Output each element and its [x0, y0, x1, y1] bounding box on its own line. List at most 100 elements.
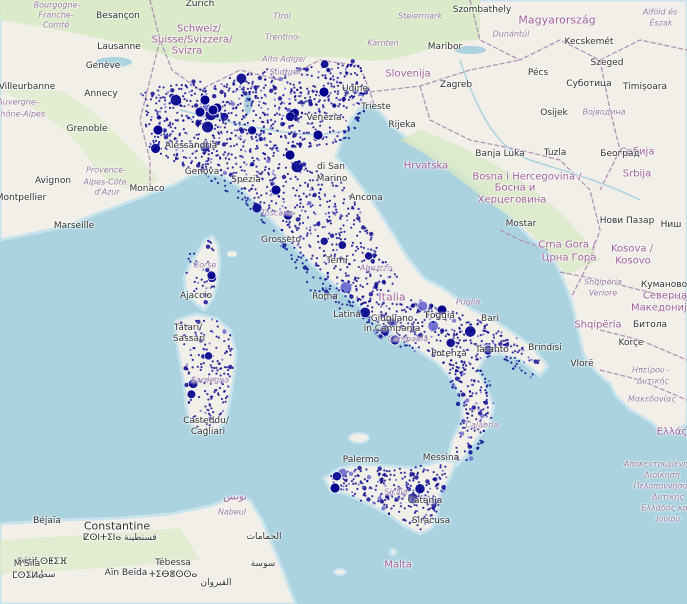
location-marker[interactable]: [247, 73, 250, 76]
location-marker[interactable]: [235, 114, 238, 117]
location-marker[interactable]: [457, 341, 460, 344]
location-marker[interactable]: [473, 426, 476, 429]
location-marker[interactable]: [235, 162, 238, 165]
location-marker[interactable]: [465, 458, 468, 462]
location-marker[interactable]: [368, 292, 374, 297]
location-marker[interactable]: [407, 483, 410, 486]
location-marker[interactable]: [393, 484, 396, 487]
location-marker[interactable]: [272, 123, 275, 126]
location-marker[interactable]: [335, 208, 338, 211]
location-marker[interactable]: [427, 341, 431, 344]
location-marker[interactable]: [278, 106, 281, 109]
location-marker[interactable]: [344, 90, 349, 95]
location-marker[interactable]: [263, 139, 266, 142]
location-marker[interactable]: [302, 237, 305, 240]
location-marker[interactable]: [226, 162, 229, 165]
location-marker[interactable]: [497, 350, 500, 353]
location-marker[interactable]: [353, 219, 356, 222]
location-marker[interactable]: [480, 386, 483, 389]
location-marker[interactable]: [201, 89, 205, 92]
location-marker[interactable]: [509, 356, 512, 359]
location-marker[interactable]: [235, 107, 238, 110]
location-marker[interactable]: [433, 509, 436, 512]
location-marker[interactable]: [245, 173, 248, 176]
location-marker[interactable]: [292, 163, 295, 167]
location-marker[interactable]: [235, 72, 247, 84]
location-marker[interactable]: [241, 118, 244, 121]
location-marker[interactable]: [227, 89, 230, 92]
location-marker[interactable]: [158, 85, 161, 88]
location-marker[interactable]: [204, 90, 207, 93]
location-marker[interactable]: [205, 422, 208, 426]
location-marker[interactable]: [183, 97, 186, 101]
location-marker[interactable]: [200, 278, 203, 281]
location-marker[interactable]: [370, 236, 373, 239]
location-marker[interactable]: [324, 254, 327, 257]
location-marker[interactable]: [344, 295, 347, 298]
location-marker[interactable]: [223, 366, 226, 369]
location-marker[interactable]: [354, 285, 357, 288]
location-marker[interactable]: [270, 200, 273, 203]
location-marker-large[interactable]: [436, 304, 448, 316]
location-marker[interactable]: [282, 114, 285, 117]
location-marker[interactable]: [187, 371, 191, 374]
location-marker[interactable]: [213, 87, 216, 90]
location-marker[interactable]: [347, 64, 350, 67]
location-marker[interactable]: [335, 178, 338, 181]
location-marker[interactable]: [462, 364, 465, 367]
location-marker[interactable]: [215, 320, 218, 323]
location-marker[interactable]: [321, 119, 324, 123]
location-marker[interactable]: [207, 157, 210, 160]
location-marker[interactable]: [492, 333, 495, 336]
location-marker[interactable]: [258, 172, 261, 175]
location-marker[interactable]: [354, 475, 357, 478]
location-marker[interactable]: [255, 113, 258, 117]
location-marker[interactable]: [354, 277, 357, 280]
location-marker[interactable]: [230, 101, 235, 107]
location-marker[interactable]: [470, 323, 473, 326]
location-marker[interactable]: [369, 231, 374, 237]
location-marker[interactable]: [465, 321, 468, 324]
location-marker[interactable]: [371, 495, 374, 498]
location-marker[interactable]: [306, 185, 309, 188]
location-marker[interactable]: [212, 148, 215, 151]
location-marker[interactable]: [422, 506, 425, 509]
location-marker[interactable]: [359, 480, 362, 483]
location-marker[interactable]: [335, 184, 338, 187]
location-marker[interactable]: [203, 300, 208, 305]
location-marker[interactable]: [218, 140, 221, 144]
location-marker[interactable]: [361, 482, 364, 485]
location-marker[interactable]: [416, 321, 420, 325]
location-marker[interactable]: [173, 137, 177, 140]
location-marker[interactable]: [337, 62, 340, 66]
location-marker[interactable]: [365, 277, 368, 280]
location-marker[interactable]: [163, 119, 166, 123]
location-marker[interactable]: [224, 400, 227, 403]
location-marker[interactable]: [232, 90, 235, 93]
location-marker[interactable]: [163, 135, 169, 140]
location-marker[interactable]: [457, 458, 460, 461]
location-marker[interactable]: [327, 258, 330, 261]
location-marker[interactable]: [327, 178, 330, 181]
location-marker[interactable]: [417, 338, 420, 341]
location-marker[interactable]: [345, 488, 348, 492]
location-marker[interactable]: [166, 156, 170, 159]
location-marker[interactable]: [185, 337, 188, 340]
location-marker[interactable]: [164, 99, 167, 102]
location-marker[interactable]: [230, 347, 233, 351]
location-marker[interactable]: [180, 323, 183, 326]
location-marker[interactable]: [366, 232, 369, 235]
location-marker[interactable]: [211, 134, 214, 137]
location-marker[interactable]: [205, 428, 208, 431]
location-marker[interactable]: [255, 133, 258, 136]
location-marker[interactable]: [180, 84, 183, 87]
location-marker[interactable]: [139, 92, 142, 95]
location-marker[interactable]: [376, 293, 379, 296]
location-marker[interactable]: [397, 492, 400, 495]
location-marker[interactable]: [276, 129, 279, 132]
location-marker[interactable]: [354, 492, 357, 495]
location-marker[interactable]: [328, 115, 331, 118]
location-marker[interactable]: [280, 135, 283, 138]
location-marker[interactable]: [200, 166, 203, 169]
location-marker[interactable]: [322, 288, 325, 291]
